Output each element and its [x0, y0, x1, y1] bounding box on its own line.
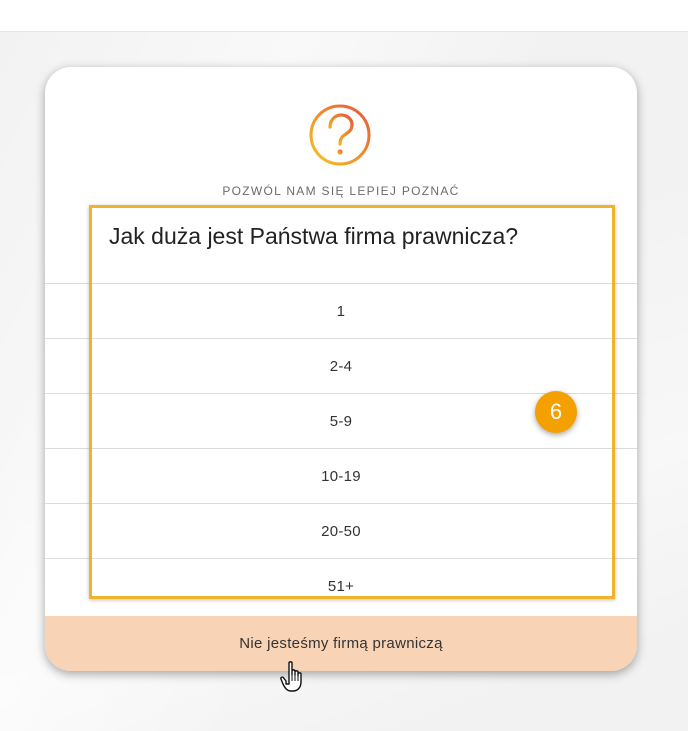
survey-dialog: POZWÓL NAM SIĘ LEPIEJ POZNAĆ Jak duża je… [45, 67, 637, 671]
option-2-4[interactable]: 2-4 [45, 338, 637, 393]
step-badge: 6 [535, 391, 577, 433]
hand-pointer-icon [280, 661, 302, 692]
option-1[interactable]: 1 [45, 283, 637, 338]
dialog-subtitle: POZWÓL NAM SIĘ LEPIEJ POZNAĆ [222, 184, 460, 198]
option-10-19[interactable]: 10-19 [45, 448, 637, 503]
option-51-plus[interactable]: 51+ [45, 558, 637, 613]
top-bar [0, 0, 688, 32]
options-list: 1 2-4 5-9 10-19 20-50 51+ [45, 283, 637, 613]
option-20-50[interactable]: 20-50 [45, 503, 637, 558]
question-circle-icon [309, 104, 371, 166]
not-law-firm-button[interactable]: Nie jesteśmy firmą prawniczą [45, 616, 637, 671]
question-title: Jak duża jest Państwa firma prawnicza? [109, 223, 519, 249]
